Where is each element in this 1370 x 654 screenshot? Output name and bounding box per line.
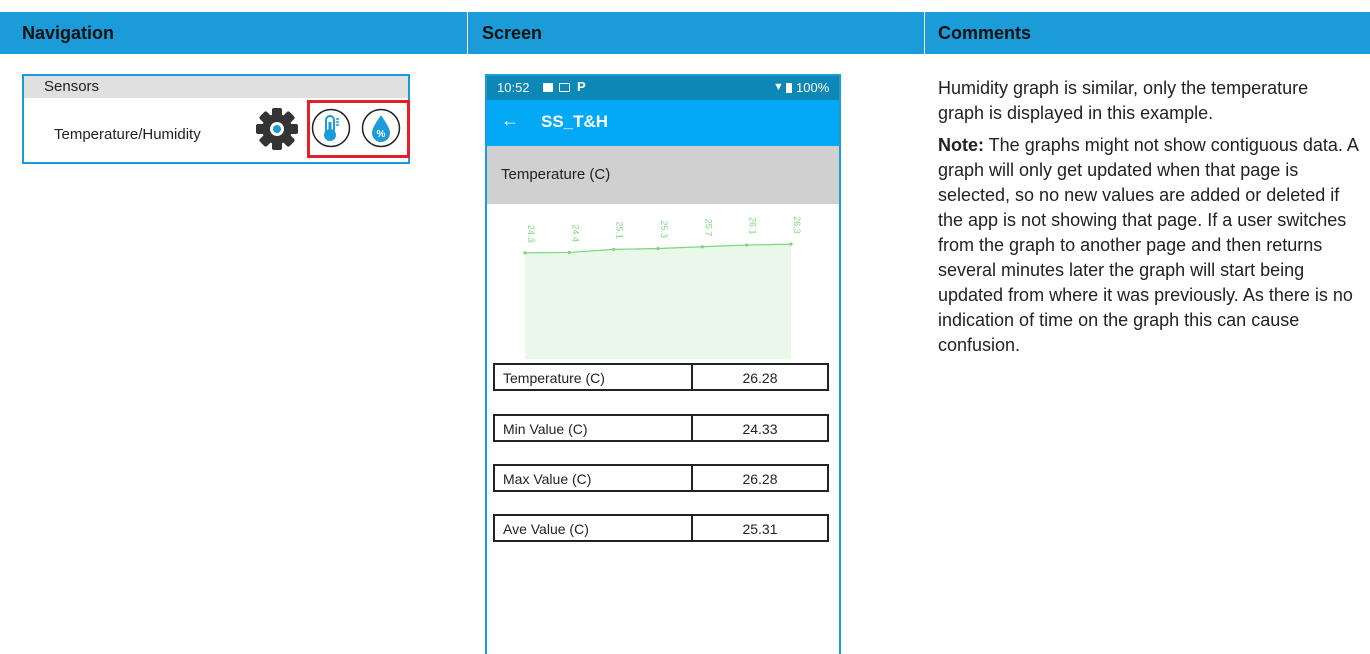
- chart-data-label: 24.3: [526, 225, 536, 243]
- app-title: SS_T&H: [541, 112, 609, 131]
- note-label: Note:: [938, 135, 984, 155]
- header-divider: [924, 12, 925, 54]
- parking-icon: P: [577, 79, 586, 94]
- note-paragraph: Note: The graphs might not show contiguo…: [938, 133, 1358, 358]
- chart-data-label: 24.4: [570, 224, 580, 242]
- gear-icon[interactable]: [254, 106, 300, 152]
- chart-data-label: 25.3: [659, 221, 669, 239]
- reading-value: 26.28: [742, 471, 778, 487]
- header-navigation: Navigation: [22, 23, 115, 43]
- mail-icon: [559, 83, 570, 92]
- comments-text: Humidity graph is similar, only the temp…: [938, 76, 1358, 365]
- sensors-panel: Sensors Temperature/Humidity %: [22, 74, 410, 164]
- reading-row: Ave Value (C) 25.31: [493, 514, 829, 542]
- wifi-icon: ▼: [773, 81, 784, 93]
- humidity-drop-icon[interactable]: %: [361, 108, 401, 148]
- header-comments: Comments: [938, 23, 1032, 43]
- chart-data-label: 25.7: [703, 219, 713, 237]
- app-bar: ← SS_T&H: [487, 100, 839, 146]
- graph-title: Temperature (C): [501, 166, 611, 183]
- chart-data-label: 26.3: [792, 216, 802, 234]
- reading-value: 25.31: [742, 521, 778, 537]
- note-text: The graphs might not show contiguous dat…: [938, 135, 1358, 355]
- phone-screen: 10:52 P ▼ 100% ← SS_T&H Temperature (C) …: [485, 74, 841, 654]
- header-screen: Screen: [482, 23, 543, 43]
- reading-label: Ave Value (C): [503, 521, 589, 537]
- chart-point: [523, 251, 527, 255]
- reading-row: Temperature (C) 26.28: [493, 363, 829, 391]
- status-battery: 100%: [796, 80, 830, 95]
- header-divider: [467, 12, 468, 54]
- svg-text:%: %: [377, 129, 386, 140]
- chart-data-label: 25.1: [615, 221, 625, 239]
- table-header: Navigation Screen Comments: [0, 12, 1370, 54]
- graph-title-bar: Temperature (C): [487, 146, 839, 204]
- reading-label: Min Value (C): [503, 421, 588, 437]
- chart-point: [745, 243, 749, 247]
- chart-data-label: 26.1: [748, 217, 758, 235]
- reading-label: Temperature (C): [503, 370, 605, 386]
- sensors-panel-title: Sensors: [44, 78, 100, 95]
- battery-icon: [786, 83, 792, 93]
- chart-point: [789, 242, 793, 246]
- reading-value: 26.28: [742, 370, 778, 386]
- comment-paragraph: Humidity graph is similar, only the temp…: [938, 78, 1309, 123]
- reading-value: 24.33: [742, 421, 778, 437]
- back-arrow-icon[interactable]: ←: [501, 110, 519, 131]
- chart-area: [525, 244, 791, 359]
- reading-row: Max Value (C) 26.28: [493, 464, 829, 492]
- status-bar: 10:52 P ▼ 100%: [487, 76, 839, 100]
- status-time: 10:52: [497, 80, 530, 95]
- temperature-chart: 24.3 24.4 25.1 25.3 25.7 26.1 26.3: [523, 216, 802, 359]
- sensors-panel-title-bar: Sensors: [24, 76, 408, 98]
- reading-row: Min Value (C) 24.33: [493, 414, 829, 442]
- chart-point: [612, 247, 616, 251]
- chart-point: [700, 245, 704, 249]
- notification-icon: [543, 83, 553, 92]
- chart-point: [656, 246, 660, 251]
- sensor-item-label: Temperature/Humidity: [54, 126, 201, 143]
- thermometer-icon[interactable]: [311, 108, 351, 148]
- chart-point: [567, 250, 571, 255]
- reading-label: Max Value (C): [503, 471, 592, 487]
